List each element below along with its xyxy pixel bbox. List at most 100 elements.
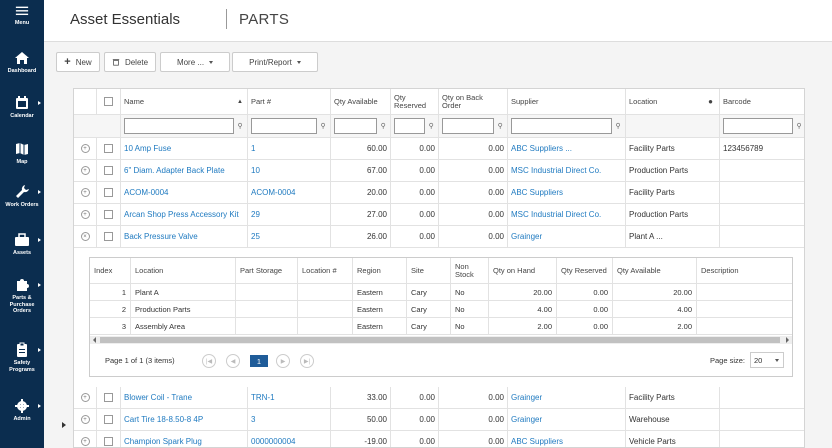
- cell-supplier[interactable]: Grainger: [507, 387, 625, 408]
- expand-sidebar-icon[interactable]: [62, 422, 66, 428]
- table-row[interactable]: + Arcan Shop Press Accessory Kit 29 27.00 0.…: [74, 204, 804, 226]
- cell-name[interactable]: Arcan Shop Press Accessory Kit: [120, 204, 247, 225]
- cell-name[interactable]: ACOM-0004: [120, 182, 247, 203]
- scroll-right-icon[interactable]: [786, 337, 789, 343]
- current-page-button[interactable]: 1: [250, 355, 268, 367]
- row-checkbox[interactable]: [104, 393, 113, 402]
- detail-col-site[interactable]: Site: [406, 258, 450, 283]
- expand-row-icon[interactable]: +: [80, 210, 90, 219]
- expand-row-icon[interactable]: +: [80, 144, 90, 153]
- detail-row[interactable]: 3 Assembly Area Eastern Cary No 2.00 0.00 2.00: [90, 318, 792, 335]
- table-row[interactable]: +6" Diam. Adapter Back Plate 10 67.00 0.00 0…: [74, 160, 804, 182]
- qty-reserved-filter-spinner[interactable]: [394, 118, 426, 134]
- table-row[interactable]: + Cart Tire 18-8.50-8 4P 3 50.00 0.00 0.00 Gra…: [74, 409, 804, 431]
- cell-name[interactable]: Back Pressure Valve: [120, 226, 247, 247]
- table-row[interactable]: + Blower Coil - Trane TRN-1 33.00 0.00 0.00 Gr…: [74, 387, 804, 409]
- detail-col-non-stock[interactable]: Non Stock: [450, 258, 488, 283]
- row-checkbox[interactable]: [104, 210, 113, 219]
- first-page-button[interactable]: |◀: [202, 354, 216, 368]
- horizontal-scrollbar[interactable]: [90, 336, 792, 344]
- cell-part[interactable]: 1: [247, 138, 330, 159]
- filter-icon[interactable]: ⚲: [795, 122, 803, 130]
- page-size-select[interactable]: 20: [750, 352, 784, 368]
- row-checkbox[interactable]: [104, 166, 113, 175]
- detail-col-qty-available[interactable]: Qty Available: [612, 258, 696, 283]
- cell-part[interactable]: 25: [247, 226, 330, 247]
- column-header-qty-backorder[interactable]: Qty on Back Order: [438, 89, 507, 114]
- column-header-part[interactable]: Part #: [247, 89, 330, 114]
- sidebar-item-work-orders[interactable]: Work Orders: [0, 184, 44, 209]
- expand-row-icon[interactable]: +: [80, 415, 90, 424]
- column-header-name[interactable]: Name ▲: [120, 89, 247, 114]
- expand-row-icon[interactable]: +: [80, 393, 90, 402]
- detail-col-location-no[interactable]: Location #: [297, 258, 352, 283]
- filter-icon[interactable]: ⚲: [236, 122, 244, 130]
- print-report-dropdown[interactable]: Print/Report: [232, 52, 318, 72]
- table-row[interactable]: × Back Pressure Valve 25 26.00 0.00 0.00 Grain…: [74, 226, 804, 248]
- name-filter-input[interactable]: [124, 118, 235, 134]
- row-checkbox[interactable]: [104, 232, 113, 241]
- filter-icon[interactable]: ⚲: [427, 122, 435, 130]
- menu-button[interactable]: Menu: [0, 4, 44, 27]
- column-header-barcode[interactable]: Barcode: [719, 89, 804, 114]
- row-checkbox[interactable]: [104, 188, 113, 197]
- detail-col-part-storage[interactable]: Part Storage: [235, 258, 297, 283]
- cell-supplier[interactable]: ABC Suppliers ...: [507, 138, 625, 159]
- cell-name[interactable]: Cart Tire 18-8.50-8 4P: [120, 409, 247, 430]
- collapse-row-icon[interactable]: ×: [80, 232, 90, 241]
- more-dropdown[interactable]: More ...: [160, 52, 230, 72]
- sidebar-item-assets[interactable]: Assets: [0, 232, 44, 257]
- qty-available-filter-spinner[interactable]: [334, 118, 378, 134]
- cell-supplier[interactable]: ABC Suppliers: [507, 431, 625, 447]
- column-header-supplier[interactable]: Supplier: [507, 89, 625, 114]
- cell-part[interactable]: 0000000004: [247, 431, 330, 447]
- cell-part[interactable]: TRN-1: [247, 387, 330, 408]
- cell-name[interactable]: 6" Diam. Adapter Back Plate: [120, 160, 247, 181]
- detail-row[interactable]: 2 Production Parts Eastern Cary No 4.00 0.00 4.…: [90, 301, 792, 318]
- cell-name[interactable]: Blower Coil - Trane: [120, 387, 247, 408]
- expand-row-icon[interactable]: +: [80, 437, 90, 446]
- table-row[interactable]: +10 Amp Fuse 1 60.00 0.00 0.00 ABC Suppliers …: [74, 138, 804, 160]
- row-checkbox[interactable]: [104, 437, 113, 446]
- column-header-qty-reserved[interactable]: Qty Reserved: [390, 89, 438, 114]
- barcode-filter-input[interactable]: [723, 118, 794, 134]
- detail-col-qty-on-hand[interactable]: Qty on Hand: [488, 258, 556, 283]
- sidebar-item-safety-programs[interactable]: Safety Programs: [0, 342, 44, 373]
- detail-row[interactable]: 1 Plant A Eastern Cary No 20.00 0.00 20.00: [90, 284, 792, 301]
- part-filter-input[interactable]: [251, 118, 318, 134]
- detail-col-index[interactable]: Index: [90, 258, 130, 283]
- column-header-location[interactable]: Location ●: [625, 89, 719, 114]
- scroll-left-icon[interactable]: [93, 337, 96, 343]
- sidebar-item-parts-purchase-orders[interactable]: Parts & Purchase Orders: [0, 277, 44, 315]
- cell-name[interactable]: 10 Amp Fuse: [120, 138, 247, 159]
- select-all-checkbox[interactable]: [104, 97, 113, 106]
- cell-supplier[interactable]: ABC Suppliers: [507, 182, 625, 203]
- qty-backorder-filter-spinner[interactable]: [442, 118, 495, 134]
- detail-col-qty-reserved[interactable]: Qty Reserved: [556, 258, 612, 283]
- filter-icon[interactable]: ⚲: [496, 122, 504, 130]
- cell-part[interactable]: 10: [247, 160, 330, 181]
- detail-col-description[interactable]: Description: [696, 258, 792, 283]
- delete-button[interactable]: Delete: [104, 52, 156, 72]
- sidebar-item-admin[interactable]: Admin: [0, 398, 44, 423]
- next-page-button[interactable]: ▶: [276, 354, 290, 368]
- expand-row-icon[interactable]: +: [80, 166, 90, 175]
- cell-supplier[interactable]: Grainger: [507, 409, 625, 430]
- last-page-button[interactable]: ▶|: [300, 354, 314, 368]
- cell-supplier[interactable]: Grainger: [507, 226, 625, 247]
- sidebar-item-map[interactable]: Map: [0, 141, 44, 166]
- cell-part[interactable]: 3: [247, 409, 330, 430]
- detail-col-region[interactable]: Region: [352, 258, 406, 283]
- sidebar-item-dashboard[interactable]: Dashboard: [0, 50, 44, 75]
- table-row[interactable]: + ACOM-0004 ACOM-0004 20.00 0.00 0.00 ABC Supp…: [74, 182, 804, 204]
- filter-icon[interactable]: ⚲: [319, 122, 327, 130]
- detail-col-location[interactable]: Location: [130, 258, 235, 283]
- scrollbar-thumb[interactable]: [100, 337, 780, 343]
- supplier-filter-input[interactable]: [511, 118, 613, 134]
- cell-supplier[interactable]: MSC Industrial Direct Co.: [507, 204, 625, 225]
- row-checkbox[interactable]: [104, 415, 113, 424]
- filter-icon[interactable]: ⚲: [379, 122, 387, 130]
- expand-row-icon[interactable]: +: [80, 188, 90, 197]
- cell-supplier[interactable]: MSC Industrial Direct Co.: [507, 160, 625, 181]
- cell-part[interactable]: 29: [247, 204, 330, 225]
